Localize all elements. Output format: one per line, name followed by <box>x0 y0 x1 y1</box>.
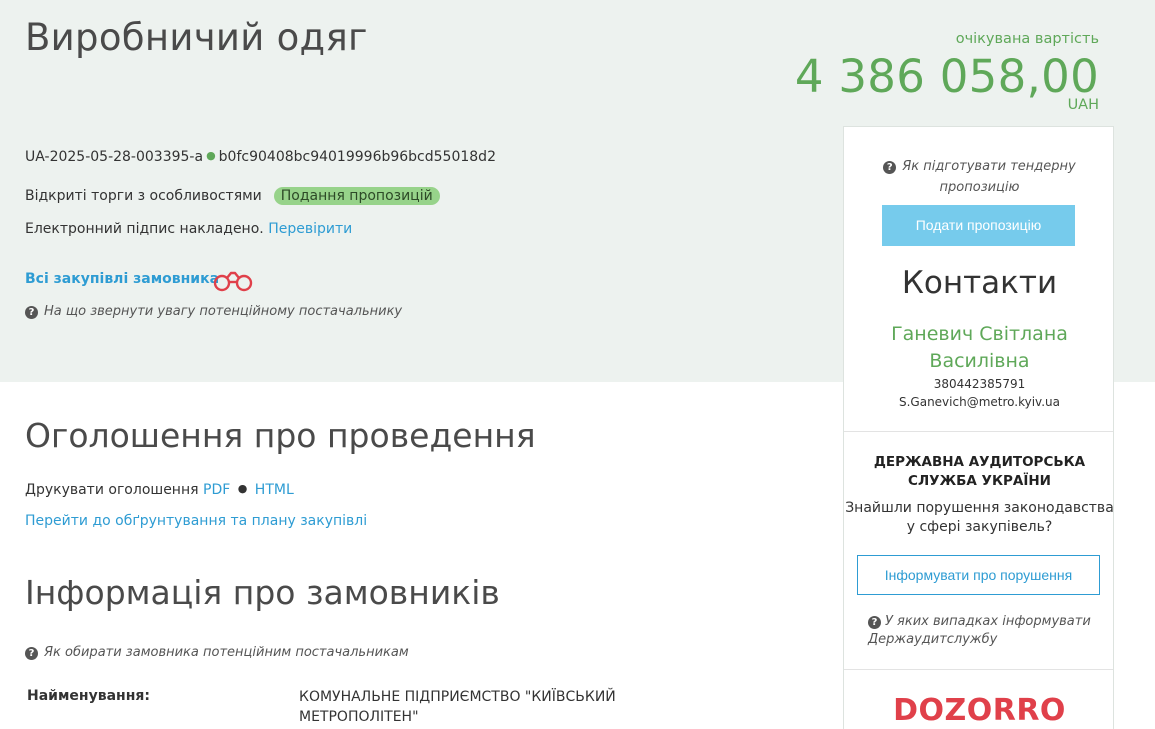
binoculars-icon[interactable] <box>211 269 255 293</box>
all-buyer-purchases-link[interactable]: Всі закупівлі замовника <box>25 271 219 287</box>
procedure-type: Відкриті торги з особливостями <box>25 188 262 204</box>
sidebar: ? Як підготувати тендерну пропозицію Пода… <box>843 126 1114 729</box>
announcement-heading: Оголошення про проведення <box>25 416 536 455</box>
contact-name: Ганевич Світлана Василівна <box>891 323 1068 372</box>
audit-service-heading: ДЕРЖАВНА АУДИТОРСЬКА СЛУЖБА УКРАЇНИ <box>873 454 1086 489</box>
currency-label: UAH <box>1067 97 1099 113</box>
buyers-heading: Інформація про замовників <box>25 573 500 612</box>
hint-choose-text: Як обирати замовника потенційним постача… <box>44 645 409 660</box>
hint-prepare-text: Як підготувати тендерну пропозицію <box>902 159 1076 195</box>
hint-when-text: У яких випадках інформувати Держаудитслу… <box>868 614 1091 647</box>
tender-id: UA-2025-05-28-003395-a <box>25 149 204 165</box>
print-line: Друкувати оголошення PDF ● HTML <box>25 482 294 498</box>
divider <box>844 431 1113 432</box>
signature-text: Електронний підпис накладено. <box>25 221 264 237</box>
submit-proposal-button[interactable]: Подати пропозицію <box>882 205 1075 246</box>
print-html-link[interactable]: HTML <box>255 482 294 498</box>
hint-choose-buyer[interactable]: ? Як обирати замовника потенційним постач… <box>25 645 409 660</box>
tender-title: Виробничий одяг <box>25 16 368 59</box>
expected-cost-label: очікувана вартість <box>955 31 1099 47</box>
hint-attention[interactable]: ? На що звернути увагу потенційному поста… <box>25 304 402 319</box>
status-badge: Подання пропозицій <box>273 187 440 205</box>
signature-check-link[interactable]: Перевірити <box>268 221 352 237</box>
report-violation-button[interactable]: Інформувати про порушення <box>857 555 1100 595</box>
question-circle-icon: ? <box>868 616 881 629</box>
contact-phone: 380442385791 <box>933 377 1026 391</box>
question-circle-icon: ? <box>883 161 897 174</box>
separator-dot-icon: ● <box>237 482 248 495</box>
plan-link[interactable]: Перейти до обґрунтування та плану закупі… <box>25 513 367 529</box>
print-label: Друкувати оголошення <box>25 482 199 498</box>
audit-question: Знайшли порушення законодавства у сфері … <box>845 500 1114 535</box>
question-circle-icon: ? <box>25 306 38 319</box>
tender-hash: b0fc90408bc94019996b96bcd55018d2 <box>218 149 496 165</box>
buyer-name-value: КОМУНАЛЬНЕ ПІДПРИЄМСТВО "КИЇВСЬКИЙ МЕТРО… <box>299 689 616 725</box>
print-pdf-link[interactable]: PDF <box>203 482 230 498</box>
procedure-line: Відкриті торги з особливостями Подання пр… <box>25 187 440 205</box>
hint-prepare-proposal[interactable]: ? Як підготувати тендерну пропозицію <box>844 156 1115 198</box>
signature-line: Електронний підпис накладено. Перевірити <box>25 221 352 237</box>
dozorro-logo[interactable]: DOZORRO <box>844 693 1115 728</box>
contact-email: S.Ganevich@metro.kyiv.ua <box>898 395 1060 409</box>
contacts-heading: Контакти <box>901 265 1058 301</box>
separator-dot-icon: ● <box>206 149 216 162</box>
hint-when-to-report[interactable]: ? У яких випадках інформувати Держаудитсл… <box>868 613 1098 649</box>
buyer-name-label: Найменування: <box>27 688 150 704</box>
divider <box>844 669 1113 670</box>
tender-id-line: UA-2025-05-28-003395-a ● b0fc90408bc940199… <box>25 149 496 165</box>
question-circle-icon: ? <box>25 647 38 660</box>
hint-attention-text: На що звернути увагу потенційному постач… <box>44 304 403 319</box>
expected-cost-value: 4 386 058,00 <box>794 50 1099 103</box>
